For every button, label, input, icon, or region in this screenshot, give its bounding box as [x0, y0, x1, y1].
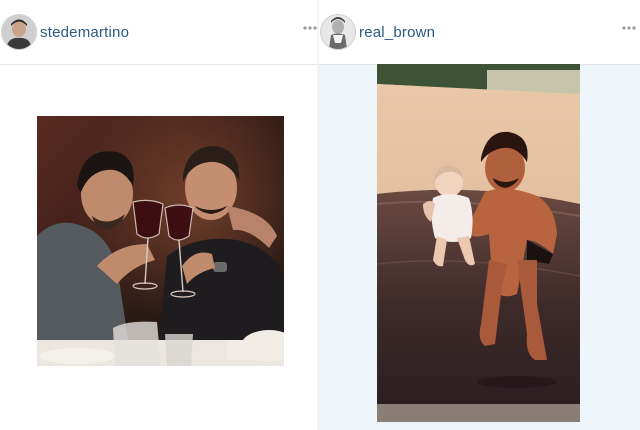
more-options-icon[interactable]	[303, 20, 317, 36]
photo-two-men-toasting-wine-image	[37, 116, 284, 366]
more-options-icon[interactable]	[622, 20, 636, 36]
post-header: real_brown	[319, 0, 640, 65]
username[interactable]: stedemartino	[40, 24, 129, 41]
post-card-left: stedemartino	[0, 0, 317, 430]
username[interactable]: real_brown	[359, 24, 435, 41]
avatar[interactable]	[320, 14, 356, 50]
post-photo[interactable]	[37, 116, 284, 366]
avatar[interactable]	[1, 14, 37, 50]
post-header: stedemartino	[0, 0, 317, 65]
post-photo[interactable]	[377, 64, 580, 422]
post-card-right: real_brown	[319, 0, 640, 430]
avatar-image	[2, 15, 36, 49]
vintage-photo-man-holding-baby-at-beach-image	[377, 64, 580, 422]
avatar-image	[321, 15, 355, 49]
